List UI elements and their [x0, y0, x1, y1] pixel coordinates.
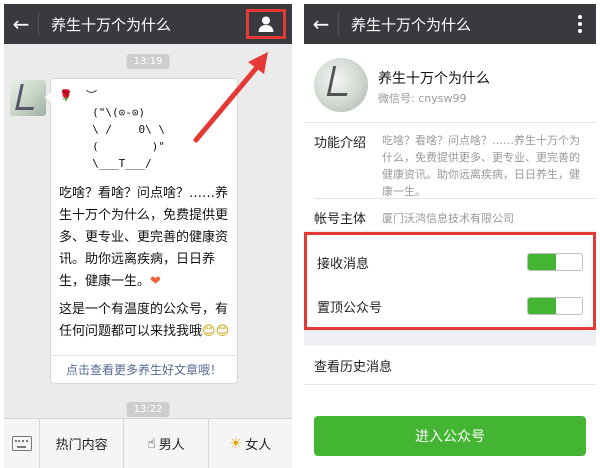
- entity-value: 厦门沃鸿信息技术有限公司: [382, 212, 514, 225]
- menu-item-label: 男人: [158, 438, 185, 453]
- enter-account-button[interactable]: 进入公众号: [314, 416, 586, 456]
- message-settings-highlight: 接收消息 置顶公众号: [304, 232, 596, 330]
- receive-messages-row: 接收消息: [307, 243, 593, 281]
- profile-header: ← 养生十万个为什么: [304, 4, 596, 44]
- timestamp: 13:22: [126, 402, 170, 417]
- row-divider: [314, 198, 596, 199]
- menu-item-label: 女人: [245, 438, 272, 453]
- pin-account-row: 置顶公众号: [307, 287, 593, 325]
- chat-title: 养生十万个为什么: [51, 15, 172, 34]
- timestamp: 13:19: [126, 54, 170, 69]
- account-avatar[interactable]: [314, 58, 368, 112]
- smile-emoji-icon: 😊😊: [202, 324, 230, 339]
- intro-label: 功能介绍: [314, 136, 367, 151]
- toggle-label: 置顶公众号: [317, 300, 383, 316]
- menu-item-label: 热门内容: [55, 438, 108, 453]
- bubble-divider: [51, 355, 237, 356]
- profile-title: 养生十万个为什么: [351, 15, 472, 34]
- more-vertical-icon[interactable]: [574, 12, 586, 36]
- account-header: 养生十万个为什么 微信号: cnysw99: [304, 44, 596, 120]
- pin-account-switch[interactable]: [527, 297, 583, 315]
- keyboard-toggle-button[interactable]: [4, 418, 40, 468]
- more-articles-link[interactable]: 点击查看更多养生好文章哦！: [51, 361, 237, 378]
- message-text-2: 这是一个有温度的公众号，有任何问题都可以来找我哦😊😊: [59, 302, 230, 339]
- intro-value: 吃啥？看啥？问点啥？……养生十万个为什么，免费提供更多、更专业、更完善的健康资讯…: [382, 134, 580, 198]
- message-bubble[interactable]: 🌹 ︶ ("\(⊙-⊙) \ / 0\ \ ( )" \___T___/ 吃啥？…: [44, 78, 238, 384]
- history-messages-link[interactable]: 查看历史消息: [314, 356, 392, 375]
- back-arrow-icon[interactable]: ←: [304, 4, 338, 44]
- section-divider: [304, 122, 596, 123]
- menu-item-women[interactable]: ☀ 女人: [209, 419, 292, 468]
- chat-screen: ← 养生十万个为什么 13:19 🌹 ︶ ("\(⊙-⊙) \ / 0\ \ (…: [4, 4, 292, 468]
- avatar[interactable]: [10, 80, 46, 116]
- ascii-art: 🌹 ︶ ("\(⊙-⊙) \ / 0\ \ ( )" \___T___/: [59, 89, 165, 170]
- keyboard-icon: [11, 436, 32, 451]
- sun-icon: ☀: [229, 435, 243, 452]
- profile-screen: ← 养生十万个为什么 养生十万个为什么 微信号: cnysw99 功能介绍 吃啥…: [304, 4, 596, 468]
- message-text: 吃啥？看啥？问点啥？……养生十万个为什么，免费提供更多、更专业、更完善的健康资讯…: [59, 186, 229, 289]
- chat-header: ← 养生十万个为什么: [4, 4, 292, 44]
- entity-label: 帐号主体: [314, 212, 367, 227]
- custom-menu-bar: 热门内容 ☝ 男人 ☀ 女人: [4, 418, 292, 468]
- person-icon: [258, 16, 274, 32]
- toggle-label: 接收消息: [317, 256, 370, 272]
- back-arrow-icon[interactable]: ←: [4, 4, 38, 44]
- header-divider: [38, 13, 39, 35]
- section-gap: [304, 330, 596, 346]
- heart-icon: ❤: [150, 274, 161, 289]
- pointing-hand-icon: ☝: [147, 435, 156, 452]
- menu-item-men[interactable]: ☝ 男人: [124, 418, 209, 468]
- comparison-screenshot: ← 养生十万个为什么 13:19 🌹 ︶ ("\(⊙-⊙) \ / 0\ \ (…: [0, 0, 600, 468]
- receive-messages-switch[interactable]: [527, 253, 583, 271]
- account-name: 养生十万个为什么: [378, 71, 490, 87]
- section-divider: [304, 384, 596, 385]
- header-divider: [338, 13, 339, 35]
- wechat-id: 微信号: cnysw99: [378, 92, 467, 105]
- profile-button[interactable]: [246, 9, 286, 39]
- menu-item-hot[interactable]: 热门内容: [40, 418, 125, 468]
